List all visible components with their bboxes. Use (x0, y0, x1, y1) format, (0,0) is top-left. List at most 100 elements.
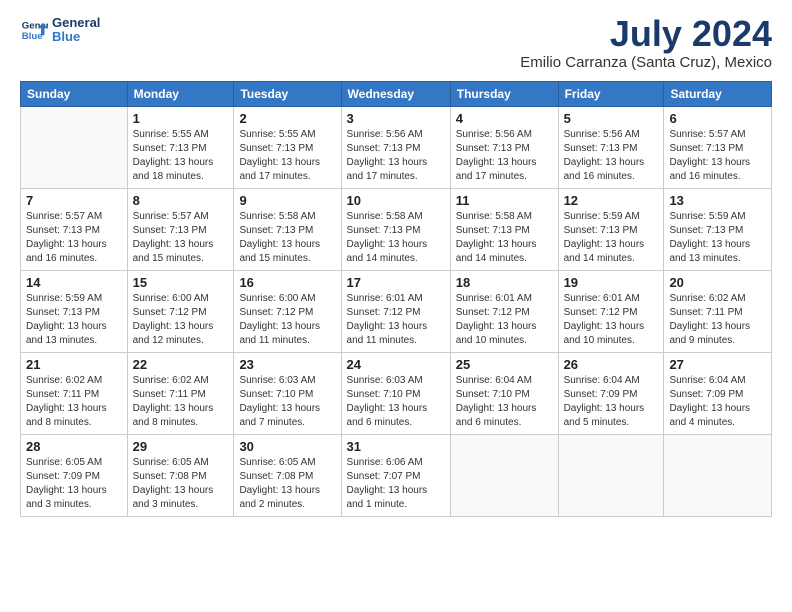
day-info: Sunrise: 6:02 AM Sunset: 7:11 PM Dayligh… (669, 292, 766, 348)
day-info: Sunrise: 6:01 AM Sunset: 7:12 PM Dayligh… (456, 292, 553, 348)
table-row: 20Sunrise: 6:02 AM Sunset: 7:11 PM Dayli… (664, 271, 772, 353)
table-row: 4 Sunrise: 5:56 AM Sunset: 7:13 PM Daylig… (450, 107, 558, 189)
day-info: Sunrise: 5:57 AM Sunset: 7:13 PM Dayligh… (26, 210, 122, 266)
day-info: Sunrise: 5:56 AM Sunset: 7:13 PM Dayligh… (456, 128, 553, 184)
table-row: 1Sunrise: 5:55 AM Sunset: 7:13 PM Daylig… (127, 107, 234, 189)
day-number: 25 (456, 357, 553, 372)
day-number: 12 (564, 193, 659, 208)
day-info: Sunrise: 6:05 AM Sunset: 7:09 PM Dayligh… (26, 456, 122, 512)
calendar-week-row: 14 Sunrise: 5:59 AM Sunset: 7:13 PM Dayli… (21, 271, 772, 353)
logo-blue: Blue (52, 30, 100, 44)
day-info: Sunrise: 5:56 AM Sunset: 7:13 PM Dayligh… (347, 128, 445, 184)
day-number: 26 (564, 357, 659, 372)
table-row: 16Sunrise: 6:00 AM Sunset: 7:12 PM Dayli… (234, 271, 341, 353)
day-info: Sunrise: 6:02 AM Sunset: 7:11 PM Dayligh… (133, 374, 229, 430)
day-number: 29 (133, 439, 229, 454)
table-row: 2Sunrise: 5:55 AM Sunset: 7:13 PM Daylig… (234, 107, 341, 189)
day-info: Sunrise: 6:05 AM Sunset: 7:08 PM Dayligh… (133, 456, 229, 512)
logo: General Blue General Blue (20, 16, 100, 45)
col-friday: Friday (558, 82, 664, 107)
calendar-table: Sunday Monday Tuesday Wednesday Thursday… (20, 81, 772, 517)
table-row: 25Sunrise: 6:04 AM Sunset: 7:10 PM Dayli… (450, 353, 558, 435)
day-number: 15 (133, 275, 229, 290)
table-row (664, 435, 772, 517)
day-number: 4 (456, 111, 553, 126)
table-row: 6Sunrise: 5:57 AM Sunset: 7:13 PM Daylig… (664, 107, 772, 189)
calendar-week-row: 28 Sunrise: 6:05 AM Sunset: 7:09 PM Dayli… (21, 435, 772, 517)
table-row: 8 Sunrise: 5:57 AM Sunset: 7:13 PM Daylig… (127, 189, 234, 271)
col-tuesday: Tuesday (234, 82, 341, 107)
table-row: 17Sunrise: 6:01 AM Sunset: 7:12 PM Dayli… (341, 271, 450, 353)
table-row: 21 Sunrise: 6:02 AM Sunset: 7:11 PM Dayli… (21, 353, 128, 435)
calendar-header-row: Sunday Monday Tuesday Wednesday Thursday… (21, 82, 772, 107)
day-number: 7 (26, 193, 122, 208)
table-row: 10 Sunrise: 5:58 AM Sunset: 7:13 PM Dayli… (341, 189, 450, 271)
day-number: 19 (564, 275, 659, 290)
day-info: Sunrise: 5:59 AM Sunset: 7:13 PM Dayligh… (26, 292, 122, 348)
page-header: General Blue General Blue July 2024 Emil… (20, 16, 772, 71)
day-number: 8 (133, 193, 229, 208)
day-info: Sunrise: 5:59 AM Sunset: 7:13 PM Dayligh… (564, 210, 659, 266)
day-number: 9 (239, 193, 335, 208)
day-info: Sunrise: 5:58 AM Sunset: 7:13 PM Dayligh… (239, 210, 335, 266)
day-info: Sunrise: 5:58 AM Sunset: 7:13 PM Dayligh… (347, 210, 445, 266)
table-row: 7 Sunrise: 5:57 AM Sunset: 7:13 PM Daylig… (21, 189, 128, 271)
day-number: 5 (564, 111, 659, 126)
day-number: 3 (347, 111, 445, 126)
day-number: 22 (133, 357, 229, 372)
day-number: 23 (239, 357, 335, 372)
table-row: 12 Sunrise: 5:59 AM Sunset: 7:13 PM Dayli… (558, 189, 664, 271)
day-info: Sunrise: 5:59 AM Sunset: 7:13 PM Dayligh… (669, 210, 766, 266)
day-number: 27 (669, 357, 766, 372)
day-info: Sunrise: 5:57 AM Sunset: 7:13 PM Dayligh… (133, 210, 229, 266)
day-info: Sunrise: 5:57 AM Sunset: 7:13 PM Dayligh… (669, 128, 766, 184)
col-wednesday: Wednesday (341, 82, 450, 107)
table-row: 30Sunrise: 6:05 AM Sunset: 7:08 PM Dayli… (234, 435, 341, 517)
day-number: 28 (26, 439, 122, 454)
table-row (558, 435, 664, 517)
col-thursday: Thursday (450, 82, 558, 107)
day-info: Sunrise: 6:03 AM Sunset: 7:10 PM Dayligh… (347, 374, 445, 430)
day-info: Sunrise: 6:01 AM Sunset: 7:12 PM Dayligh… (564, 292, 659, 348)
table-row: 31 Sunrise: 6:06 AM Sunset: 7:07 PM Dayli… (341, 435, 450, 517)
day-number: 16 (239, 275, 335, 290)
day-number: 10 (347, 193, 445, 208)
calendar-week-row: 7 Sunrise: 5:57 AM Sunset: 7:13 PM Daylig… (21, 189, 772, 271)
day-info: Sunrise: 6:02 AM Sunset: 7:11 PM Dayligh… (26, 374, 122, 430)
table-row: 13 Sunrise: 5:59 AM Sunset: 7:13 PM Dayli… (664, 189, 772, 271)
table-row: 29 Sunrise: 6:05 AM Sunset: 7:08 PM Dayli… (127, 435, 234, 517)
day-info: Sunrise: 6:03 AM Sunset: 7:10 PM Dayligh… (239, 374, 335, 430)
day-info: Sunrise: 6:04 AM Sunset: 7:09 PM Dayligh… (669, 374, 766, 430)
location-title: Emilio Carranza (Santa Cruz), Mexico (520, 54, 772, 71)
day-number: 31 (347, 439, 445, 454)
month-title: July 2024 (520, 16, 772, 52)
col-monday: Monday (127, 82, 234, 107)
table-row: 11Sunrise: 5:58 AM Sunset: 7:13 PM Dayli… (450, 189, 558, 271)
table-row: 27 Sunrise: 6:04 AM Sunset: 7:09 PM Dayli… (664, 353, 772, 435)
day-number: 14 (26, 275, 122, 290)
table-row: 23 Sunrise: 6:03 AM Sunset: 7:10 PM Dayli… (234, 353, 341, 435)
table-row: 14 Sunrise: 5:59 AM Sunset: 7:13 PM Dayli… (21, 271, 128, 353)
table-row (450, 435, 558, 517)
day-number: 1 (133, 111, 229, 126)
logo-icon: General Blue (20, 16, 48, 44)
day-number: 24 (347, 357, 445, 372)
logo-general: General (52, 16, 100, 30)
table-row: 9 Sunrise: 5:58 AM Sunset: 7:13 PM Daylig… (234, 189, 341, 271)
day-info: Sunrise: 6:06 AM Sunset: 7:07 PM Dayligh… (347, 456, 445, 512)
svg-text:Blue: Blue (22, 31, 43, 42)
table-row: 28 Sunrise: 6:05 AM Sunset: 7:09 PM Dayli… (21, 435, 128, 517)
day-info: Sunrise: 5:56 AM Sunset: 7:13 PM Dayligh… (564, 128, 659, 184)
day-info: Sunrise: 5:58 AM Sunset: 7:13 PM Dayligh… (456, 210, 553, 266)
day-number: 17 (347, 275, 445, 290)
table-row: 22 Sunrise: 6:02 AM Sunset: 7:11 PM Dayli… (127, 353, 234, 435)
table-row: 26Sunrise: 6:04 AM Sunset: 7:09 PM Dayli… (558, 353, 664, 435)
calendar-week-row: 1Sunrise: 5:55 AM Sunset: 7:13 PM Daylig… (21, 107, 772, 189)
day-info: Sunrise: 6:00 AM Sunset: 7:12 PM Dayligh… (133, 292, 229, 348)
table-row (21, 107, 128, 189)
day-number: 13 (669, 193, 766, 208)
table-row: 5 Sunrise: 5:56 AM Sunset: 7:13 PM Daylig… (558, 107, 664, 189)
table-row: 15 Sunrise: 6:00 AM Sunset: 7:12 PM Dayli… (127, 271, 234, 353)
col-sunday: Sunday (21, 82, 128, 107)
day-number: 21 (26, 357, 122, 372)
